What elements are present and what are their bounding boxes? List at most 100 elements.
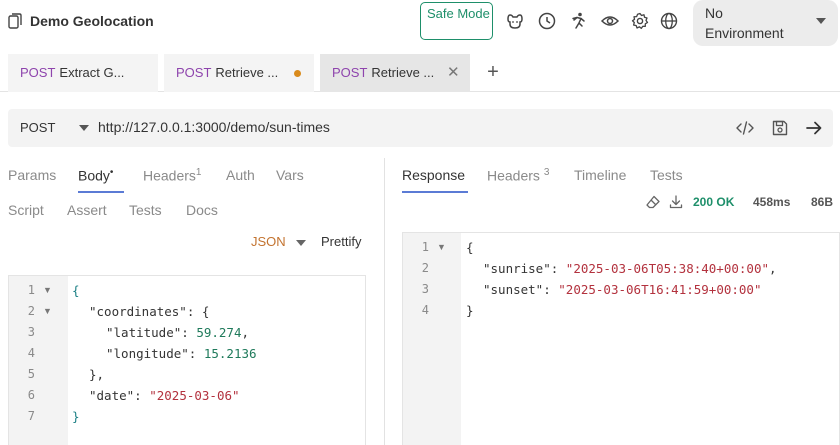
collection-title: Demo Geolocation	[30, 13, 154, 29]
save-icon[interactable]	[770, 118, 790, 138]
fold-icon[interactable]: ▼	[437, 237, 446, 258]
environment-selector[interactable]: No Environment	[693, 0, 838, 46]
tab-tests[interactable]: Tests	[129, 202, 162, 218]
download-icon[interactable]	[668, 194, 684, 210]
active-tab-underline	[78, 191, 124, 193]
json-key: "sunrise"	[483, 261, 551, 276]
tab-script[interactable]: Script	[8, 202, 44, 218]
response-time: 458ms	[753, 195, 791, 209]
response-size: 86B	[811, 195, 834, 209]
tab-timeline[interactable]: Timeline	[574, 167, 626, 183]
tab-response-headers[interactable]: Headers 3	[487, 167, 549, 184]
json-number: 15.2136	[203, 346, 257, 361]
response-viewer[interactable]: 1 ▼ 2 3 4 { "sunrise": "2025-03-06T05:38…	[402, 232, 840, 445]
send-arrow-icon[interactable]	[804, 118, 824, 138]
chevron-down-icon[interactable]	[79, 125, 89, 131]
line-number: 4	[421, 303, 429, 317]
json-string: "2025-03-06T16:41:59+00:00"	[558, 282, 762, 297]
clock-icon[interactable]	[537, 11, 557, 31]
tab-vars[interactable]: Vars	[276, 167, 304, 183]
code-line: "sunset": "2025-03-06T16:41:59+00:00"	[483, 282, 762, 297]
tab-assert[interactable]: Assert	[67, 202, 107, 218]
unsaved-dot-icon	[294, 70, 301, 77]
code-brace: }	[466, 303, 474, 318]
fold-icon[interactable]: ▼	[43, 301, 52, 322]
eye-icon[interactable]	[600, 11, 620, 31]
request-body-editor[interactable]: 1 ▼ 2 ▼ 3 4 5 6 7 { "coordinates": { "la…	[8, 275, 366, 445]
json-string: "2025-03-06"	[149, 388, 240, 403]
tab-response[interactable]: Response	[402, 167, 465, 183]
tab-headers[interactable]: Headers1	[143, 167, 201, 184]
tab-label: Headers	[143, 167, 196, 184]
tab-label: Assert	[67, 202, 107, 218]
request-tab-active[interactable]: POST Retrieve ... ✕	[320, 54, 470, 92]
request-tabs-bar: POST Extract G... POST Retrieve ... POST Re…	[0, 54, 840, 92]
code-icon[interactable]	[735, 118, 755, 138]
dog-icon[interactable]	[505, 11, 525, 31]
request-tab[interactable]: POST Retrieve ...	[164, 54, 314, 92]
json-key: "sunset"	[483, 282, 544, 297]
tab-label: Body	[78, 167, 110, 184]
pane-divider[interactable]	[384, 158, 385, 445]
json-number: 59.274	[196, 325, 242, 340]
tab-label: Auth	[226, 167, 255, 183]
runner-icon[interactable]	[568, 11, 588, 31]
tab-count: 3	[543, 167, 550, 178]
line-number: 2	[421, 261, 429, 275]
chevron-down-icon[interactable]	[296, 240, 306, 246]
globe-icon[interactable]	[659, 11, 679, 31]
tab-method: POST	[332, 65, 368, 80]
code-brace: {	[466, 240, 474, 255]
code-brace: }	[72, 409, 80, 424]
json-key: "longitude"	[106, 346, 189, 361]
tab-label: Vars	[276, 167, 304, 183]
request-tab[interactable]: POST Extract G...	[8, 54, 158, 92]
tab-label: Retrieve ...	[371, 65, 435, 80]
code-line: "coordinates": {	[89, 304, 210, 319]
tab-auth[interactable]: Auth	[226, 167, 255, 183]
line-number: 1	[421, 240, 429, 254]
code-line: "longitude": 15.2136	[106, 346, 257, 361]
tab-body[interactable]: Body•	[78, 167, 113, 184]
code-brace: },	[89, 367, 105, 382]
top-bar: Demo Geolocation Safe Mode No Environmen…	[0, 0, 840, 46]
tab-label: Tests	[129, 202, 162, 218]
tab-docs[interactable]: Docs	[186, 202, 218, 218]
tab-params[interactable]: Params	[8, 167, 56, 183]
tab-label: Tests	[650, 167, 683, 183]
close-icon[interactable]: ✕	[447, 54, 460, 92]
line-number: 1	[27, 283, 35, 297]
fold-icon[interactable]: ▼	[43, 280, 52, 301]
eraser-icon[interactable]	[645, 194, 661, 210]
line-number: 7	[27, 409, 35, 423]
json-key: "date"	[89, 388, 135, 403]
tab-indicator: •	[109, 167, 114, 178]
add-tab-button[interactable]: +	[484, 54, 502, 92]
active-tab-underline	[402, 191, 468, 193]
line-number: 2	[27, 304, 35, 318]
line-number: 5	[27, 367, 35, 381]
tab-label: Headers	[487, 167, 540, 184]
method-select[interactable]: POST	[20, 120, 55, 135]
prettify-button[interactable]: Prettify	[321, 234, 361, 249]
line-number: 6	[27, 388, 35, 402]
gear-icon[interactable]	[630, 11, 650, 31]
tab-label: Docs	[186, 202, 218, 218]
tab-label: Timeline	[574, 167, 627, 183]
code-brace: {	[72, 283, 80, 298]
status-code: 200 OK	[693, 195, 735, 209]
line-number: 3	[27, 325, 35, 339]
code-line: "date": "2025-03-06"	[89, 388, 240, 403]
safe-mode-toggle[interactable]: Safe Mode	[420, 2, 493, 40]
tab-response-tests[interactable]: Tests	[650, 167, 683, 183]
tab-method: POST	[20, 65, 56, 80]
tab-label: Retrieve ...	[215, 65, 279, 80]
json-string: "2025-03-06T05:38:40+00:00"	[565, 261, 769, 276]
tab-method: POST	[176, 65, 212, 80]
url-input[interactable]: http://127.0.0.1:3000/demo/sun-times	[98, 119, 330, 135]
tab-label: Params	[8, 167, 57, 183]
body-mode-select[interactable]: JSON	[251, 234, 286, 249]
chevron-down-icon	[816, 18, 826, 24]
tab-count: 1	[195, 167, 202, 178]
environment-label: No Environment	[705, 5, 784, 41]
